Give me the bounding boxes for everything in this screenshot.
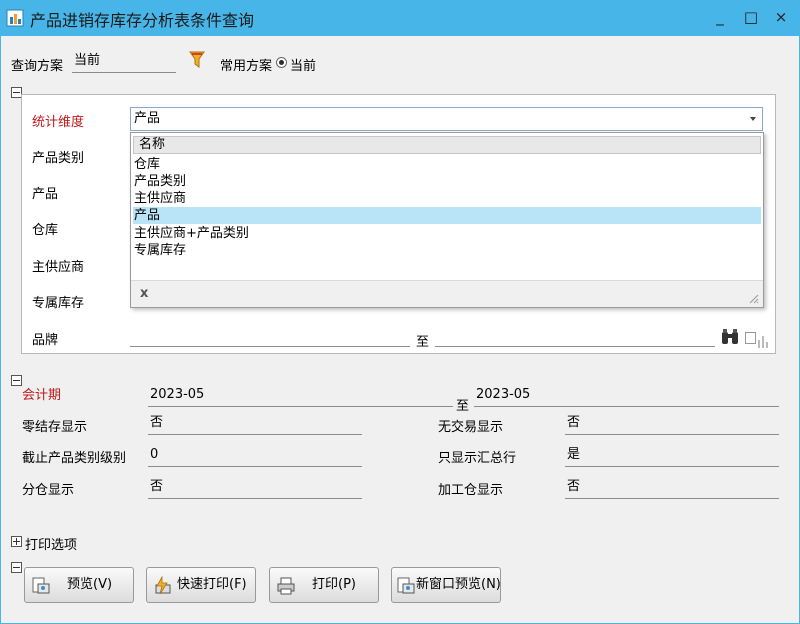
binoculars-icon[interactable] xyxy=(721,329,739,345)
scheme-input[interactable]: 当前 xyxy=(72,51,176,73)
category-level-label: 截止产品类别级别 xyxy=(22,451,127,466)
print-options-label[interactable]: 打印选项 xyxy=(25,534,77,553)
category-level-input[interactable]: 0 xyxy=(148,445,362,467)
zero-stock-select[interactable]: 否 xyxy=(148,413,362,435)
close-button[interactable]: × xyxy=(767,6,795,28)
window-title: 产品进销存库存分析表条件查询 xyxy=(30,11,255,30)
filter-label-product: 产品 xyxy=(32,187,59,202)
processing-label: 加工仓显示 xyxy=(438,483,504,498)
expand-print-options-toggle[interactable] xyxy=(11,536,22,547)
new-window-preview-icon xyxy=(397,577,415,594)
dropdown-footer: x xyxy=(131,280,763,307)
filter-label-warehouse: 仓库 xyxy=(32,223,59,238)
dropdown-column-header: 名称 xyxy=(133,136,761,154)
print-button[interactable]: 打印(P) xyxy=(269,567,379,603)
period-label: 会计期 xyxy=(22,388,62,403)
resize-grip-icon[interactable] xyxy=(747,292,759,304)
dimension-label: 统计维度 xyxy=(32,115,85,130)
dropdown-item-warehouse[interactable]: 仓库 xyxy=(133,156,761,173)
period-from-input[interactable]: 2023-05 xyxy=(148,385,453,407)
current-scheme-radio-label[interactable]: 当前 xyxy=(290,55,316,74)
only-total-select[interactable]: 是 xyxy=(565,445,779,467)
minimize-button[interactable]: _ xyxy=(706,6,734,28)
collapse-buttons-toggle[interactable] xyxy=(11,562,22,573)
period-to-label: 至 xyxy=(456,399,470,414)
current-scheme-radio[interactable] xyxy=(276,57,287,68)
filter-label-brand: 品牌 xyxy=(32,333,59,348)
by-warehouse-label: 分仓显示 xyxy=(22,483,75,498)
dimension-dropdown: 名称 仓库 产品类别 主供应商 产品 主供应商+产品类别 专属库存 x xyxy=(130,132,764,308)
funnel-icon[interactable] xyxy=(189,51,205,69)
no-trade-select[interactable]: 否 xyxy=(565,413,779,435)
filter-label-category: 产品类别 xyxy=(32,151,85,166)
scheme-label: 查询方案 xyxy=(11,59,64,74)
maximize-button[interactable]: □ xyxy=(737,6,765,28)
preview-button[interactable]: 预览(V) xyxy=(24,567,134,603)
new-window-preview-button[interactable]: 新窗口预览(N) xyxy=(391,567,501,603)
dropdown-item-category[interactable]: 产品类别 xyxy=(133,173,761,190)
filter-label-exclusive-stock: 专属库存 xyxy=(32,296,85,311)
query-window: 查询方案 当前 常用方案 当前 统计维度 产品 产品类别 产品 仓库 主供应商 … xyxy=(0,36,800,624)
dimension-select-value: 产品 xyxy=(134,111,161,126)
common-scheme-label: 常用方案 xyxy=(220,59,273,74)
filter-label-supplier: 主供应商 xyxy=(32,260,85,275)
brand-from-input[interactable] xyxy=(130,325,410,347)
brand-checkbox[interactable] xyxy=(745,332,756,344)
clear-selection-button[interactable]: x xyxy=(140,286,148,301)
chevron-down-icon[interactable] xyxy=(750,117,756,121)
dropdown-item-product[interactable]: 产品 xyxy=(133,207,761,224)
collapse-period-toggle[interactable] xyxy=(11,375,22,386)
dimension-select[interactable]: 产品 xyxy=(130,107,763,131)
lightning-print-icon xyxy=(155,576,171,595)
period-to-input[interactable]: 2023-05 xyxy=(474,385,779,407)
dropdown-item-supplier-category[interactable]: 主供应商+产品类别 xyxy=(133,225,761,242)
app-icon xyxy=(6,9,24,27)
processing-select[interactable]: 否 xyxy=(565,477,779,499)
quick-print-button[interactable]: 快速打印(F) xyxy=(146,567,256,603)
brand-to-input[interactable] xyxy=(435,325,715,347)
only-total-label: 只显示汇总行 xyxy=(438,451,517,466)
dropdown-item-supplier[interactable]: 主供应商 xyxy=(133,190,761,207)
brand-to-label: 至 xyxy=(416,335,430,350)
by-warehouse-select[interactable]: 否 xyxy=(148,477,362,499)
dropdown-item-exclusive-stock[interactable]: 专属库存 xyxy=(133,242,761,259)
zero-stock-label: 零结存显示 xyxy=(22,420,88,435)
no-trade-label: 无交易显示 xyxy=(438,420,504,435)
title-bar: 产品进销存库存分析表条件查询 _ □ × xyxy=(0,0,800,36)
printer-icon xyxy=(277,577,295,595)
brand-list-icon[interactable] xyxy=(757,334,769,348)
preview-icon xyxy=(32,577,50,594)
